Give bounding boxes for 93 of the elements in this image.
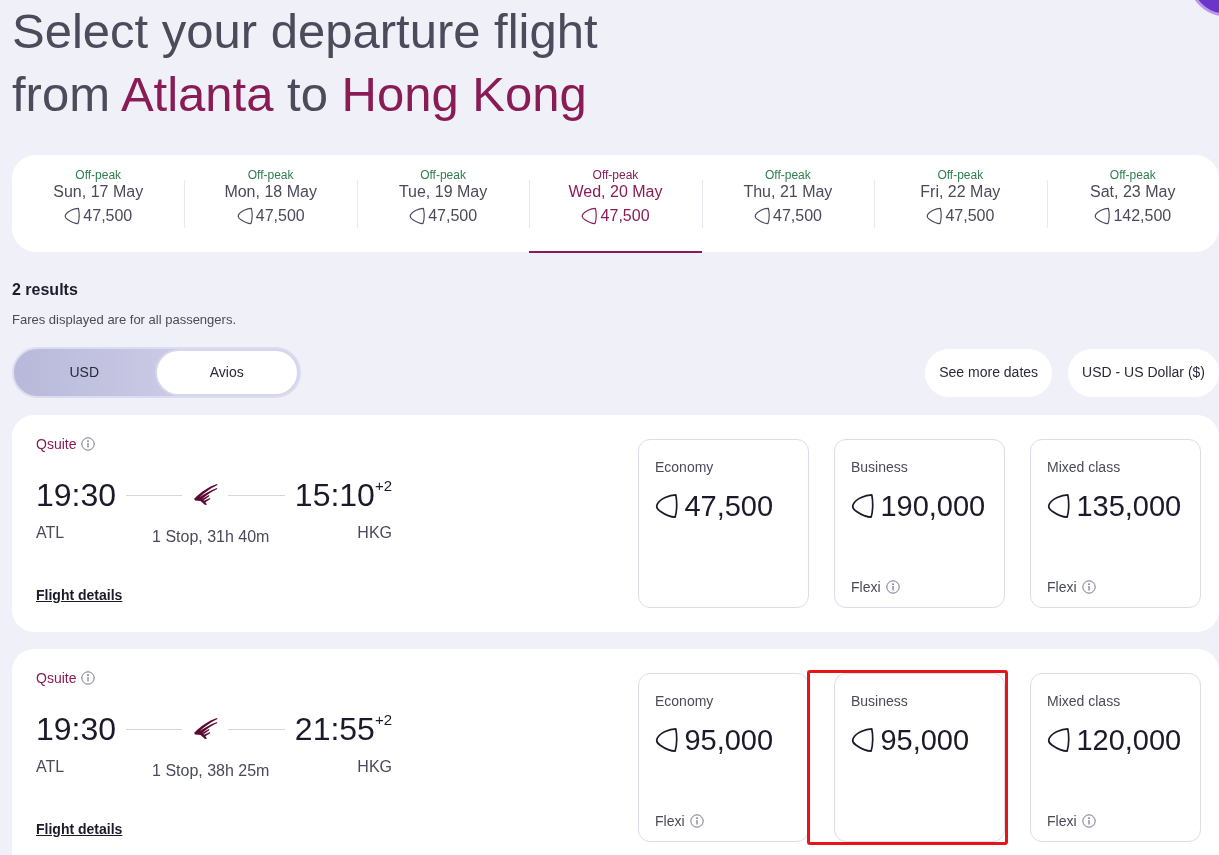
- fare-class: Mixed class: [1047, 692, 1122, 710]
- info-icon: [81, 671, 96, 685]
- tab-date: Tue, 19 May: [398, 182, 488, 202]
- departure-time: 19:30: [36, 476, 117, 515]
- currency-button[interactable]: USD - US Dollar ($): [1068, 348, 1219, 397]
- fare-tag: Off-peak: [937, 168, 984, 182]
- fare-tag: Off-peak: [75, 168, 122, 182]
- rounded-triangle-icon: [851, 727, 875, 753]
- fare-tag: Off-peak: [1109, 168, 1156, 182]
- arrival-time: 15:10$^{+2}$: [294, 476, 392, 515]
- tab-date: Sun, 17 May: [53, 182, 144, 202]
- tab-price: 47,500: [753, 206, 822, 226]
- date-tab[interactable]: Off-peak Sun, 17 May 47,500: [12, 155, 185, 252]
- fare-card[interactable]: Economy 47,500: [638, 439, 809, 608]
- tab-date: Fri, 22 May: [920, 182, 1001, 202]
- fare-tag: Off-peak: [592, 168, 639, 182]
- fares-note: Fares displayed are for all passengers.: [12, 311, 236, 329]
- tab-price: 47,500: [64, 206, 133, 226]
- fare-tag: Off-peak: [765, 168, 811, 182]
- fare-price: 95,000: [655, 722, 792, 758]
- rounded-triangle-icon: [1047, 727, 1071, 753]
- fare-card[interactable]: Economy 95,000 Flexi: [638, 673, 809, 842]
- rounded-triangle-icon: [581, 207, 598, 225]
- destination-code: HKG: [357, 757, 392, 777]
- info-icon: [81, 437, 96, 451]
- results-count: 2 results: [12, 280, 78, 300]
- fare-class: Economy: [655, 692, 715, 710]
- rounded-triangle-icon: [409, 207, 426, 225]
- date-tab[interactable]: Off-peak Wed, 20 May 47,500: [529, 155, 702, 252]
- round-button[interactable]: [1194, 0, 1219, 16]
- date-tab[interactable]: Off-peak Fri, 22 May 47,500: [874, 155, 1047, 252]
- rounded-triangle-icon: [655, 727, 679, 753]
- toggle-option[interactable]: USD: [14, 349, 155, 396]
- fare-price: 120,000: [1047, 722, 1184, 758]
- fare-type: Flexi: [655, 812, 685, 830]
- destination-code: HKG: [357, 523, 392, 543]
- tab-price: 142,500: [1094, 206, 1172, 226]
- date-tab[interactable]: Off-peak Thu, 21 May 47,500: [701, 155, 875, 252]
- info-icon: [689, 814, 704, 828]
- cabin-label: Qsuite: [36, 435, 77, 453]
- fare-price: 135,000: [1047, 488, 1184, 524]
- fare-card[interactable]: Mixed class 135,000 Flexi: [1030, 439, 1201, 608]
- currency-toggle[interactable]: USD Avios: [12, 347, 301, 398]
- fare-price: 95,000: [851, 722, 988, 758]
- tab-date: Thu, 21 May: [743, 182, 833, 202]
- fare-type: Flexi: [851, 578, 881, 596]
- info-icon: [1081, 814, 1096, 828]
- rounded-triangle-icon: [655, 493, 679, 519]
- rounded-triangle-icon: [1094, 207, 1111, 225]
- arrival-time: 21:55$^{+2}$: [294, 710, 392, 749]
- fare-type: Flexi: [1047, 812, 1077, 830]
- flight-details-link[interactable]: Flight details: [36, 586, 123, 604]
- info-icon: [1081, 580, 1096, 594]
- page-heading: Select your departure flight from Atlanta to Hong Kong: [12, 3, 598, 123]
- tab-date: Mon, 18 May: [224, 182, 317, 202]
- origin-code: ATL: [36, 757, 65, 777]
- tab-date: Wed, 20 May: [568, 182, 663, 202]
- stops-duration: 1 Stop, 31h 40m: [152, 527, 270, 547]
- fare-price: 190,000: [851, 488, 988, 524]
- date-tab[interactable]: Off-peak Tue, 19 May 47,500: [356, 155, 530, 252]
- fare-class: Mixed class: [1047, 458, 1122, 476]
- fare-card[interactable]: Business 190,000 Flexi: [834, 439, 1005, 608]
- rounded-triangle-icon: [753, 207, 770, 225]
- tab-price: 47,500: [409, 206, 478, 226]
- rounded-triangle-icon: [851, 493, 875, 519]
- fare-class: Business: [851, 692, 909, 710]
- info-icon: [885, 580, 900, 594]
- fare-class: Business: [851, 458, 909, 476]
- fare-tag: Off-peak: [420, 168, 466, 182]
- cabin-label: Qsuite: [36, 669, 77, 687]
- airline-logo-icon: [192, 717, 219, 741]
- rounded-triangle-icon: [236, 207, 253, 225]
- rounded-triangle-icon: [1047, 493, 1071, 519]
- tab-date: Sat, 23 May: [1090, 182, 1176, 202]
- rounded-triangle-icon: [64, 207, 81, 225]
- toggle-option[interactable]: Avios: [154, 349, 299, 396]
- date-tab[interactable]: Off-peak Sat, 23 May 142,500: [1046, 155, 1219, 252]
- fare-type: Flexi: [1047, 578, 1077, 596]
- airline-logo-icon: [192, 483, 219, 507]
- fare-tag: Off-peak: [247, 168, 294, 182]
- fare-class: Economy: [655, 458, 715, 476]
- tab-price: 47,500: [236, 206, 305, 226]
- flight-details-link[interactable]: Flight details: [36, 820, 123, 838]
- fare-card[interactable]: Mixed class 120,000 Flexi: [1030, 673, 1201, 842]
- departure-time: 19:30: [36, 710, 117, 749]
- stops-duration: 1 Stop, 38h 25m: [152, 761, 270, 781]
- date-tab[interactable]: Off-peak Mon, 18 May 47,500: [184, 155, 357, 252]
- tab-price: 47,500: [926, 206, 995, 226]
- origin-code: ATL: [36, 523, 65, 543]
- more-dates-button[interactable]: See more dates: [925, 348, 1053, 397]
- fare-price: 47,500: [655, 488, 792, 524]
- rounded-triangle-icon: [926, 207, 943, 225]
- tab-price: 47,500: [581, 206, 650, 226]
